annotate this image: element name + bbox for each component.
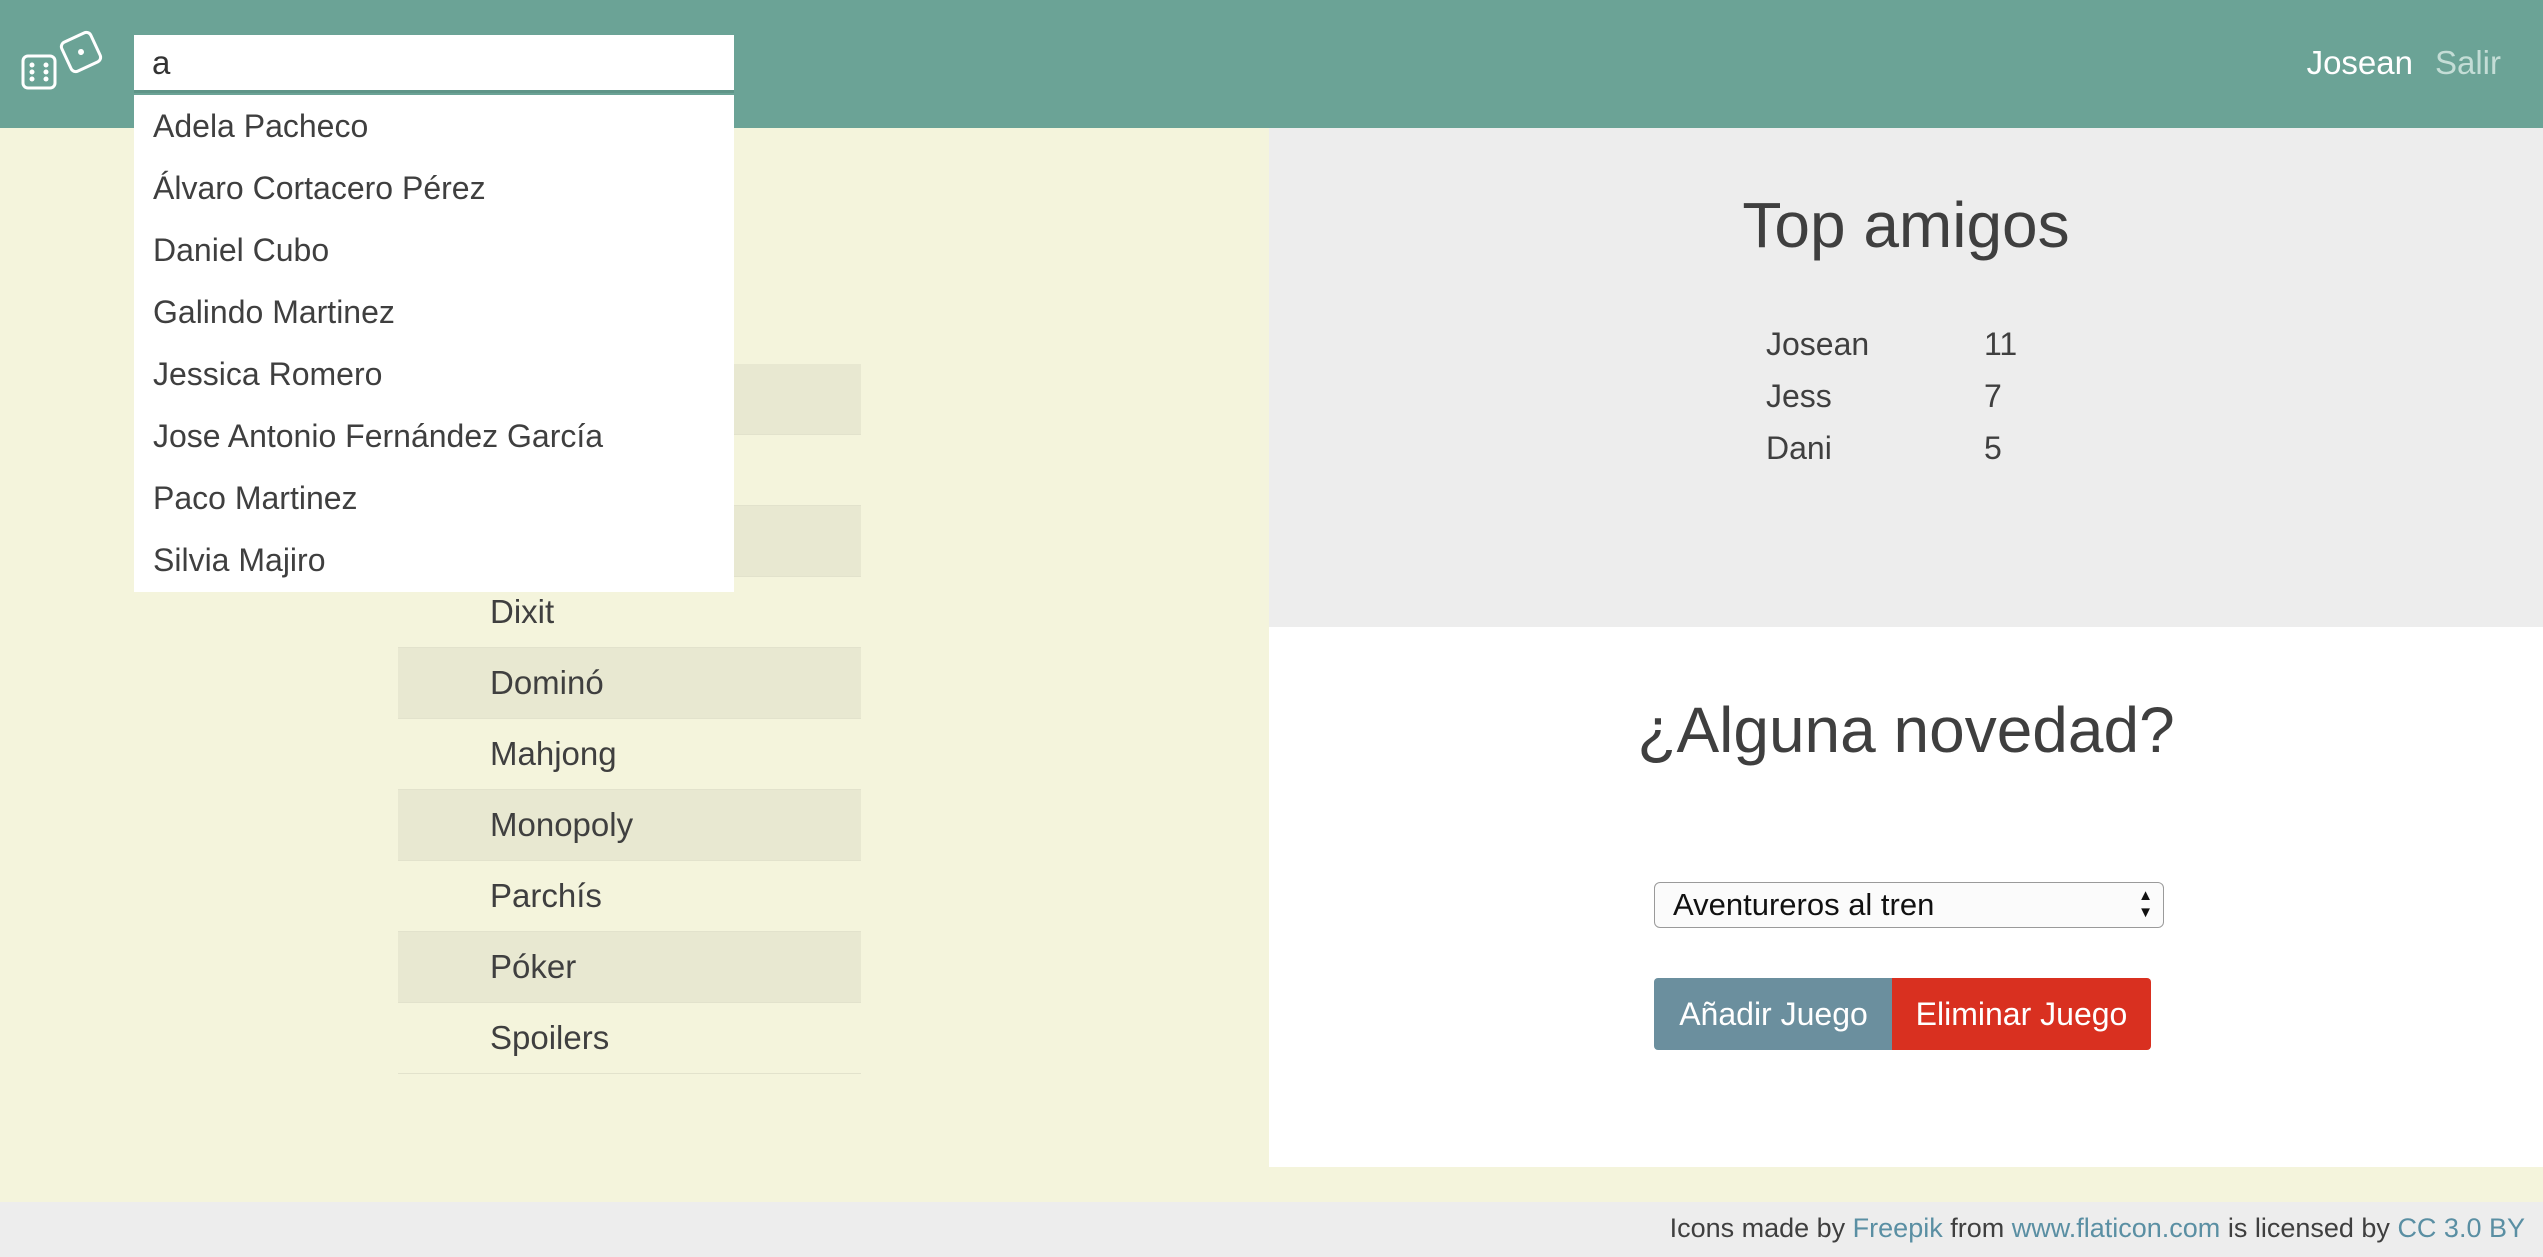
footer-credits: Icons made by Freepik from www.flaticon.…	[1670, 1213, 2525, 1244]
game-row[interactable]: Dominó	[398, 648, 861, 719]
dice-icon[interactable]	[18, 30, 108, 100]
friend-count: 7	[1984, 378, 2002, 414]
autocomplete-option[interactable]: Daniel Cubo	[134, 219, 734, 281]
search-input[interactable]	[134, 35, 734, 93]
friend-count: 5	[1984, 430, 2002, 466]
friend-row: Dani 5	[1766, 430, 2017, 482]
freepik-link[interactable]: Freepik	[1853, 1213, 1943, 1243]
game-row[interactable]: Póker	[398, 932, 861, 1003]
search-autocomplete-list: Adela Pacheco Álvaro Cortacero Pérez Dan…	[134, 95, 734, 592]
license-link[interactable]: CC 3.0 BY	[2397, 1213, 2525, 1243]
news-panel: ¿Alguna novedad? Aventureros al tren ▲ ▼ …	[1269, 627, 2543, 1167]
select-arrows-icon: ▲ ▼	[2138, 887, 2153, 921]
autocomplete-option[interactable]: Galindo Martinez	[134, 281, 734, 343]
flaticon-link[interactable]: www.flaticon.com	[2012, 1213, 2221, 1243]
game-row[interactable]: Parchís	[398, 861, 861, 932]
friend-row: Josean 11	[1766, 326, 2017, 378]
logout-link[interactable]: Salir	[2435, 44, 2501, 82]
news-title: ¿Alguna novedad?	[1637, 694, 2175, 766]
game-row[interactable]: Spoilers	[398, 1003, 861, 1074]
top-friends-table: Josean 11 Jess 7 Dani 5	[1766, 326, 2017, 482]
autocomplete-option[interactable]: Silvia Majiro	[134, 529, 734, 591]
game-select-value: Aventureros al tren	[1673, 887, 1935, 922]
game-select[interactable]: Aventureros al tren ▲ ▼	[1654, 882, 2164, 928]
friend-name: Dani	[1766, 430, 1832, 466]
friend-row: Jess 7	[1766, 378, 2017, 430]
autocomplete-option[interactable]: Adela Pacheco	[134, 95, 734, 157]
friend-name: Josean	[1766, 326, 1870, 362]
add-game-button[interactable]: Añadir Juego	[1654, 978, 1893, 1050]
friend-name: Jess	[1766, 378, 1832, 414]
autocomplete-option[interactable]: Jessica Romero	[134, 343, 734, 405]
top-friends-panel: Top amigos Josean 11 Jess 7 Dani 5	[1269, 128, 2543, 627]
top-friends-title: Top amigos	[1742, 189, 2070, 261]
remove-game-button[interactable]: Eliminar Juego	[1892, 978, 2151, 1050]
autocomplete-option[interactable]: Álvaro Cortacero Pérez	[134, 157, 734, 219]
friend-count: 11	[1984, 326, 2018, 362]
footer: Icons made by Freepik from www.flaticon.…	[0, 1202, 2543, 1257]
credits-from: from	[1950, 1213, 2005, 1243]
credits-prefix: Icons made by	[1669, 1213, 1846, 1243]
autocomplete-option[interactable]: Jose Antonio Fernández García	[134, 405, 734, 467]
autocomplete-option[interactable]: Paco Martinez	[134, 467, 734, 529]
credits-licensed: is licensed by	[2227, 1213, 2390, 1243]
game-row[interactable]: Monopoly	[398, 790, 861, 861]
game-row[interactable]: Mahjong	[398, 719, 861, 790]
user-name-link[interactable]: Josean	[2307, 44, 2413, 82]
